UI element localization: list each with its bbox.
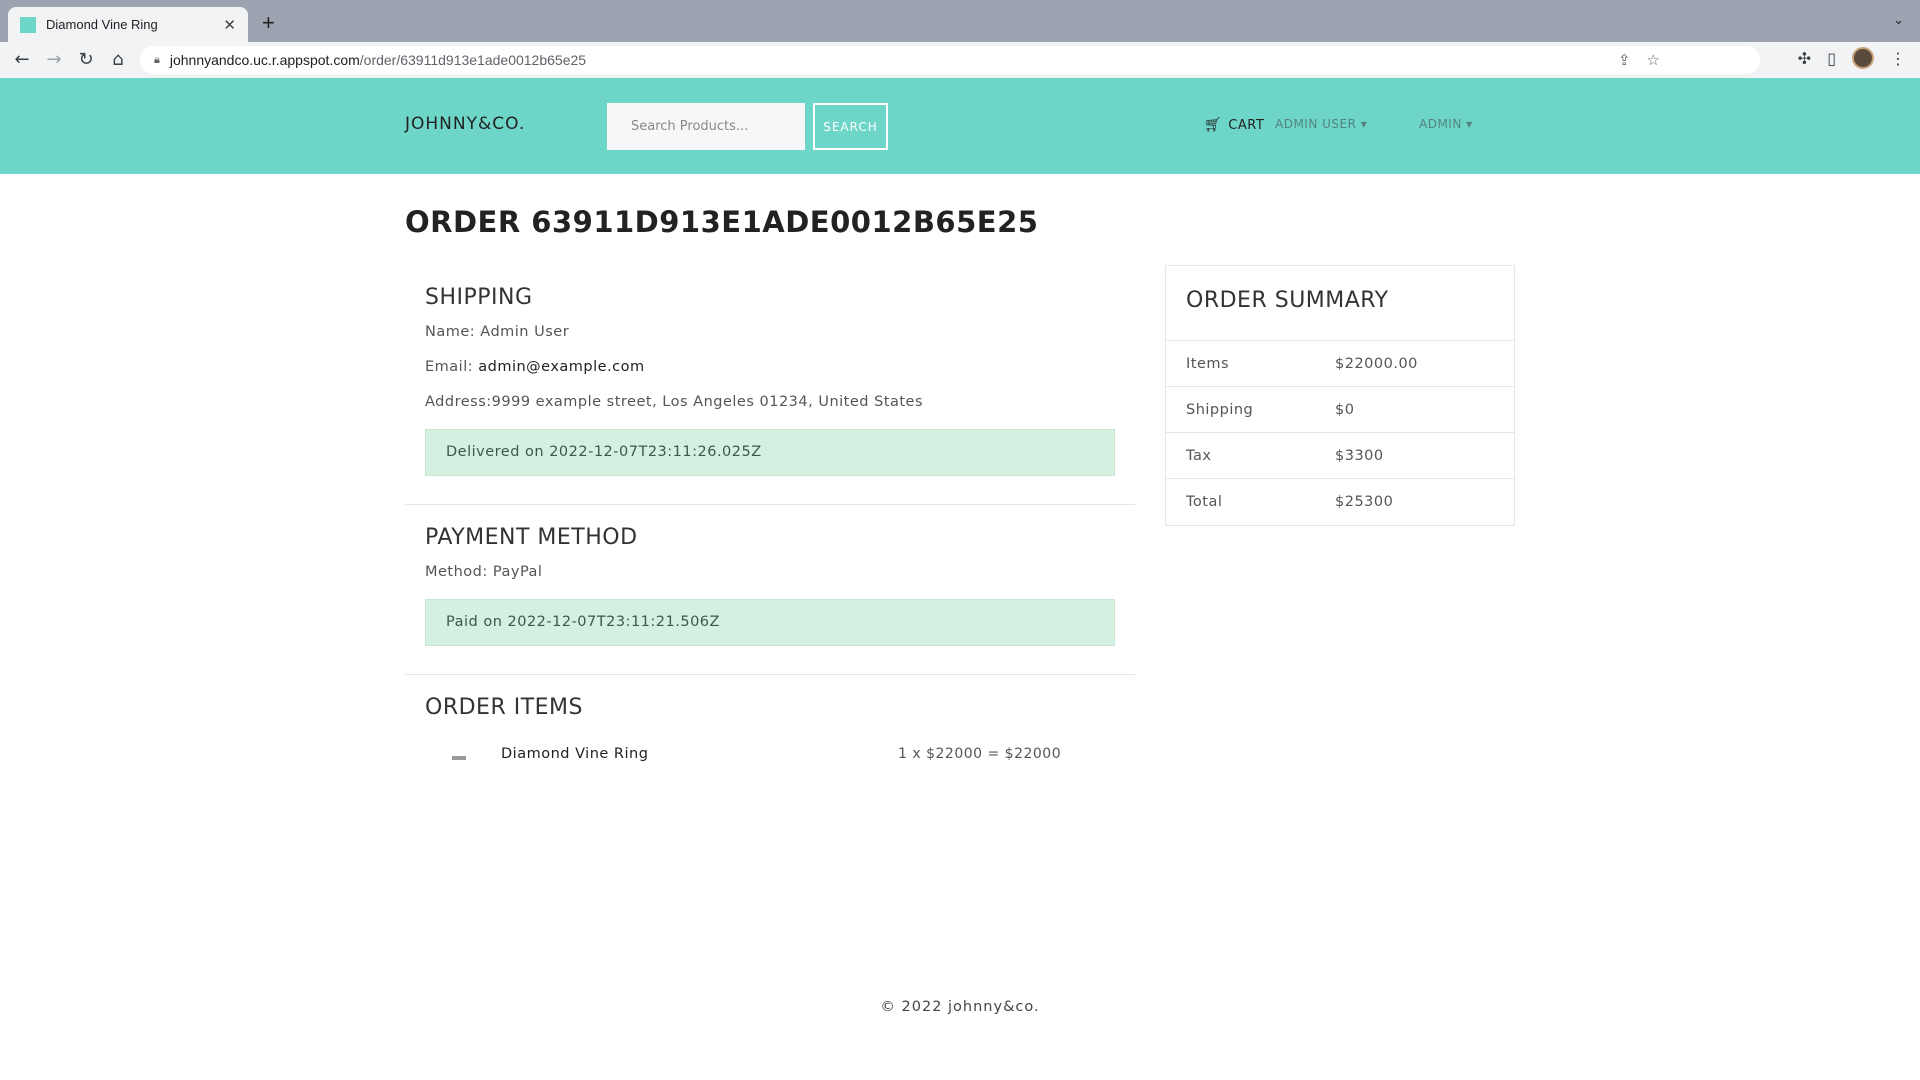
payment-heading: PAYMENT METHOD [425,525,638,550]
brand-logo[interactable]: JOHNNY&CO. [405,114,525,134]
order-items-heading: ORDER ITEMS [425,695,583,720]
list-item: Diamond Vine Ring 1 x $22000 = $22000 [425,734,1115,774]
browser-toolbar: ← → ↻ ⌂ 🔒︎ johnnyandco.uc.r.appspot.com /… [0,42,1920,78]
footer-copyright: © 2022 johnny&co. [880,999,1040,1015]
item-price-line: 1 x $22000 = $22000 [898,746,1062,762]
shipping-address: Address:9999 example street, Los Angeles… [425,394,924,410]
lock-icon[interactable]: 🔒︎ [154,53,160,67]
share-icon[interactable]: ⇪ [1618,51,1631,69]
order-details: SHIPPING Name: Admin User Email: admin@e… [405,265,1135,802]
nav-cart-link[interactable]: 🛒︎ CART [1204,117,1264,133]
bookmark-star-icon[interactable]: ☆ [1647,51,1660,69]
cart-icon: 🛒︎ [1204,117,1223,133]
cart-label: CART [1228,117,1265,133]
page-title: ORDER 63911D913E1ADE0012B65E25 [405,205,1039,239]
order-summary-card: ORDER SUMMARY Items $22000.00 Shipping $… [1165,265,1515,526]
side-panel-icon[interactable]: ▯ [1827,49,1836,68]
shipping-name: Name: Admin User [425,324,570,340]
profile-avatar[interactable] [1852,47,1874,69]
product-link[interactable]: Diamond Vine Ring [501,746,898,762]
search-input[interactable] [607,103,805,150]
new-tab-icon[interactable]: + [262,10,275,36]
url-host: johnnyandco.uc.r.appspot.com [169,52,360,68]
more-menu-icon[interactable]: ⋮ [1890,49,1906,68]
order-items-section: ORDER ITEMS Diamond Vine Ring 1 x $22000… [405,675,1135,802]
email-link[interactable]: admin@example.com [478,359,644,375]
summary-row-items: Items $22000.00 [1166,341,1514,387]
tab-title: Diamond Vine Ring [46,17,158,32]
product-thumbnail [452,756,466,760]
summary-row-total: Total $25300 [1186,494,1394,510]
browser-tabstrip: Diamond Vine Ring ✕ + ⌄ [0,0,1920,42]
browser-tab[interactable]: Diamond Vine Ring ✕ [8,7,248,42]
chevron-down-icon[interactable]: ⌄ [1893,13,1904,28]
reload-icon[interactable]: ↻ [74,48,98,72]
address-bar[interactable]: 🔒︎ johnnyandco.uc.r.appspot.com/order/63… [140,46,1760,74]
admin-menu-dropdown[interactable]: ADMIN ▾ [1419,117,1473,131]
back-icon[interactable]: ← [10,48,34,72]
forward-icon[interactable]: → [42,48,66,72]
search-button[interactable]: SEARCH [813,103,888,150]
url-path: /order/63911d913e1ade0012b65e25 [359,52,587,68]
extensions-icon[interactable]: ✣ [1798,49,1811,68]
summary-row-shipping: Shipping $0 [1166,387,1514,433]
order-summary-heading: ORDER SUMMARY [1166,266,1514,341]
site-header: JOHNNY&CO. SEARCH 🛒︎ CART ADMIN USER ▾ A… [0,78,1920,174]
close-icon[interactable]: ✕ [223,16,236,34]
shipping-section: SHIPPING Name: Admin User Email: admin@e… [405,265,1135,505]
summary-row-tax: Tax $3300 [1166,433,1514,479]
home-icon[interactable]: ⌂ [106,48,130,72]
favicon-icon [20,16,36,33]
delivered-status-alert: Delivered on 2022-12-07T23:11:26.025Z [425,429,1115,476]
shipping-heading: SHIPPING [425,285,533,310]
payment-method: Method: PayPal [425,564,543,580]
paid-status-alert: Paid on 2022-12-07T23:11:21.506Z [425,599,1115,646]
shipping-email: Email: admin@example.com [425,359,645,375]
user-menu-dropdown[interactable]: ADMIN USER ▾ [1275,117,1367,131]
payment-section: PAYMENT METHOD Method: PayPal Paid on 20… [405,505,1135,675]
